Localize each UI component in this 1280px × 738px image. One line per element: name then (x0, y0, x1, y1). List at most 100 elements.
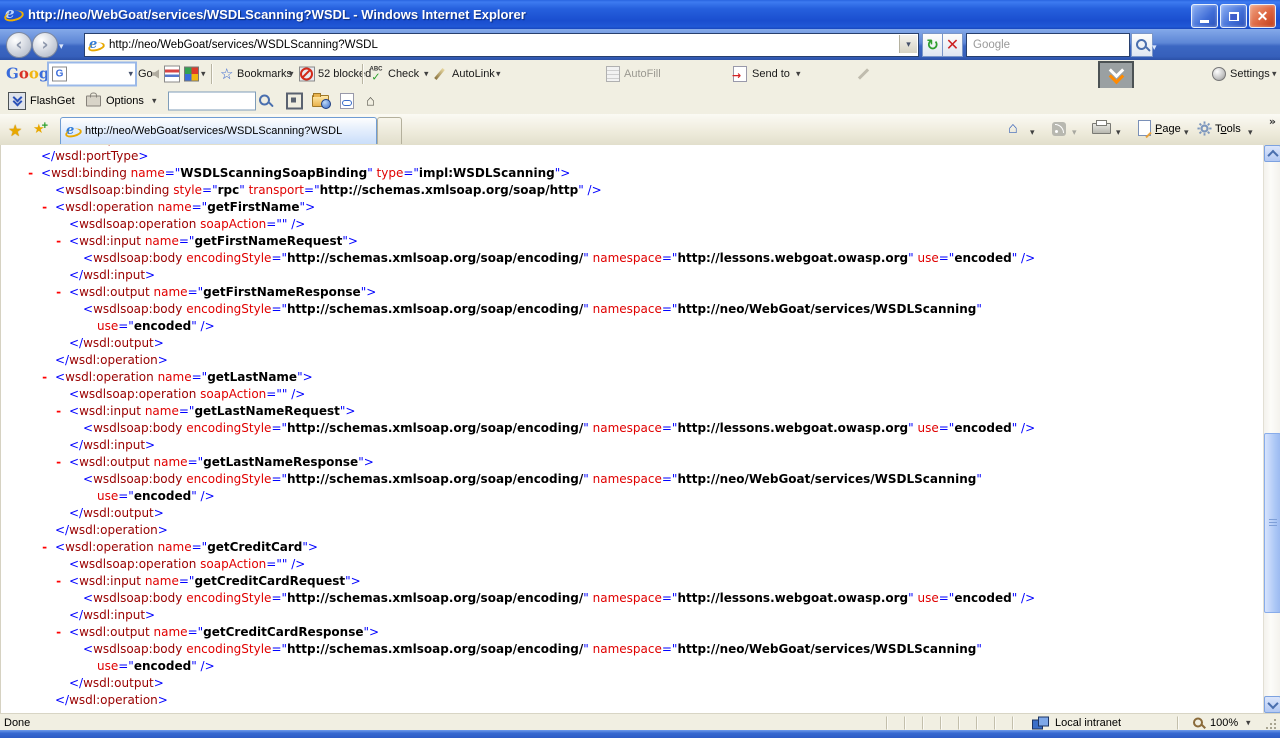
options-button[interactable]: Options (106, 95, 144, 107)
bookmarks-dropdown[interactable]: ▾ (289, 69, 294, 80)
flashget-input[interactable] (168, 92, 256, 111)
stop-button[interactable]: ✕ (942, 33, 963, 57)
xml-token: wsdl:output (79, 455, 150, 469)
news-search-icon[interactable] (164, 66, 180, 83)
status-separator (1177, 716, 1179, 729)
toolbar-overflow-chevron[interactable]: » (1269, 116, 1276, 127)
options-toolbox-icon[interactable] (86, 96, 101, 107)
bookmarks-button[interactable]: Bookmarks (237, 68, 292, 80)
home-button[interactable]: ⌂ (1008, 120, 1018, 138)
close-button[interactable]: ✕ (1249, 4, 1276, 28)
popup-blocker-icon[interactable] (299, 67, 315, 82)
xml-token: " (976, 642, 982, 656)
collapse-marker[interactable]: - (41, 369, 55, 386)
back-button[interactable]: ‹ (6, 32, 32, 58)
site-search-icon[interactable] (258, 94, 274, 109)
address-dropdown[interactable]: ▾ (899, 35, 917, 53)
toolbar-separator (362, 64, 364, 84)
xml-line: <wsdlsoap:body encodingStyle="http://sch… (1, 590, 1264, 607)
settings-icon[interactable] (1212, 67, 1226, 81)
collapse-marker[interactable]: - (55, 233, 69, 250)
collapse-marker[interactable]: - (55, 624, 69, 641)
refresh-button[interactable]: ↻ (922, 33, 943, 57)
speaker-icon[interactable] (152, 70, 159, 79)
collapse-marker[interactable]: - (41, 199, 55, 216)
restore-button[interactable] (1220, 4, 1247, 28)
options-dropdown[interactable]: ▾ (152, 96, 157, 107)
settings-button[interactable]: Settings (1230, 68, 1270, 80)
capture-target-icon[interactable] (286, 93, 303, 110)
zoom-dropdown[interactable]: ▾ (1246, 717, 1251, 728)
flashget-dropzone[interactable] (1098, 61, 1134, 90)
add-favorite-button[interactable]: ★+ (33, 121, 51, 137)
combo-dropdown-icon[interactable]: ▾ (128, 69, 135, 80)
search-input[interactable]: Google (966, 33, 1130, 57)
bookmarks-star-icon[interactable]: ☆ (220, 65, 233, 83)
status-separator (922, 716, 924, 729)
xml-token: encodingStyle (182, 421, 271, 435)
zoom-magnifier-icon[interactable] (1192, 716, 1205, 729)
page-dropdown[interactable]: ▾ (1184, 127, 1189, 138)
minimize-button[interactable] (1191, 4, 1218, 28)
collapse-marker[interactable]: - (27, 165, 41, 182)
xml-token: " /> (1012, 251, 1035, 265)
google-search-combo[interactable]: G ▾ (47, 62, 137, 87)
xml-line: <wsdlsoap:body encodingStyle="http://sch… (1, 420, 1264, 437)
favorites-center-button[interactable]: ★ (8, 121, 22, 141)
xml-line: </wsdl:output> (1, 335, 1264, 352)
forward-button[interactable]: › (32, 32, 58, 58)
xml-line: </wsdl:output> (1, 505, 1264, 522)
address-url: http://neo/WebGoat/services/WSDLScanning… (109, 39, 378, 51)
site-folder-icon[interactable] (312, 95, 329, 107)
print-dropdown[interactable]: ▾ (1116, 127, 1121, 138)
vertical-scrollbar[interactable] (1263, 145, 1280, 713)
send-to-button[interactable]: Send to (752, 68, 790, 80)
autolink-dropdown[interactable]: ▾ (496, 69, 501, 80)
collapse-marker[interactable]: - (41, 539, 55, 556)
print-button[interactable] (1092, 123, 1111, 134)
download-links-icon[interactable] (340, 93, 354, 109)
xml-token: http://schemas.xmlsoap.org/soap/encoding… (287, 591, 583, 605)
search-dropdown[interactable]: ▾ (1152, 42, 1157, 53)
autolink-wand-icon[interactable] (434, 68, 445, 80)
check-dropdown[interactable]: ▾ (424, 69, 429, 80)
xml-token: "> (555, 166, 571, 180)
home-icon[interactable]: ⌂ (366, 93, 375, 110)
xml-token: "> (297, 370, 313, 384)
address-bar[interactable]: e http://neo/WebGoat/services/WSDLScanni… (84, 33, 919, 57)
scroll-up-button[interactable] (1264, 145, 1280, 162)
tab-active[interactable]: e http://neo/WebGoat/services/WSDLScanni… (60, 117, 377, 144)
page-menu-button[interactable]: Page (1155, 123, 1181, 135)
search-button[interactable] (1131, 33, 1153, 57)
new-tab-stub[interactable] (377, 117, 402, 144)
send-to-icon[interactable] (733, 66, 747, 82)
xml-token: http://lessons.webgoat.owasp.org (677, 421, 908, 435)
send-to-dropdown[interactable]: ▾ (796, 69, 801, 80)
check-button[interactable]: Check (388, 68, 419, 80)
xml-token: name (127, 166, 165, 180)
google-toolbar: Google G ▾ Go ▾ ☆ Bookmarks ▾ 52 blocked… (0, 60, 1280, 89)
scrollbar-thumb[interactable] (1264, 433, 1280, 613)
search-site-dropdown[interactable]: ▾ (201, 69, 206, 80)
tools-dropdown[interactable]: ▾ (1248, 127, 1253, 138)
spellcheck-icon[interactable]: ABC ✓ (368, 67, 384, 82)
zoom-level[interactable]: 100% (1210, 717, 1238, 729)
collapse-marker[interactable]: - (55, 403, 69, 420)
scroll-down-button[interactable] (1264, 696, 1280, 713)
collapse-marker[interactable]: - (55, 573, 69, 590)
xml-token: encoded (954, 251, 1011, 265)
collapse-marker[interactable]: - (55, 454, 69, 471)
settings-dropdown[interactable]: ▾ (1272, 69, 1277, 80)
tools-menu-button[interactable]: Tools (1215, 123, 1241, 135)
home-dropdown[interactable]: ▾ (1030, 127, 1035, 138)
xml-line: -<wsdl:output name="getLastNameResponse"… (1, 454, 1264, 471)
xml-token: </ (69, 336, 83, 350)
collapse-marker[interactable]: - (55, 284, 69, 301)
go-button[interactable]: Go (138, 68, 153, 80)
recent-pages-dropdown[interactable]: ▾ (59, 41, 64, 52)
search-site-icon[interactable] (184, 67, 199, 82)
xml-token: =" (192, 200, 208, 214)
xml-token: impl:WSDLScanning (419, 166, 555, 180)
xml-token: wsdl:output (79, 285, 150, 299)
autolink-button[interactable]: AutoLink (452, 68, 495, 80)
